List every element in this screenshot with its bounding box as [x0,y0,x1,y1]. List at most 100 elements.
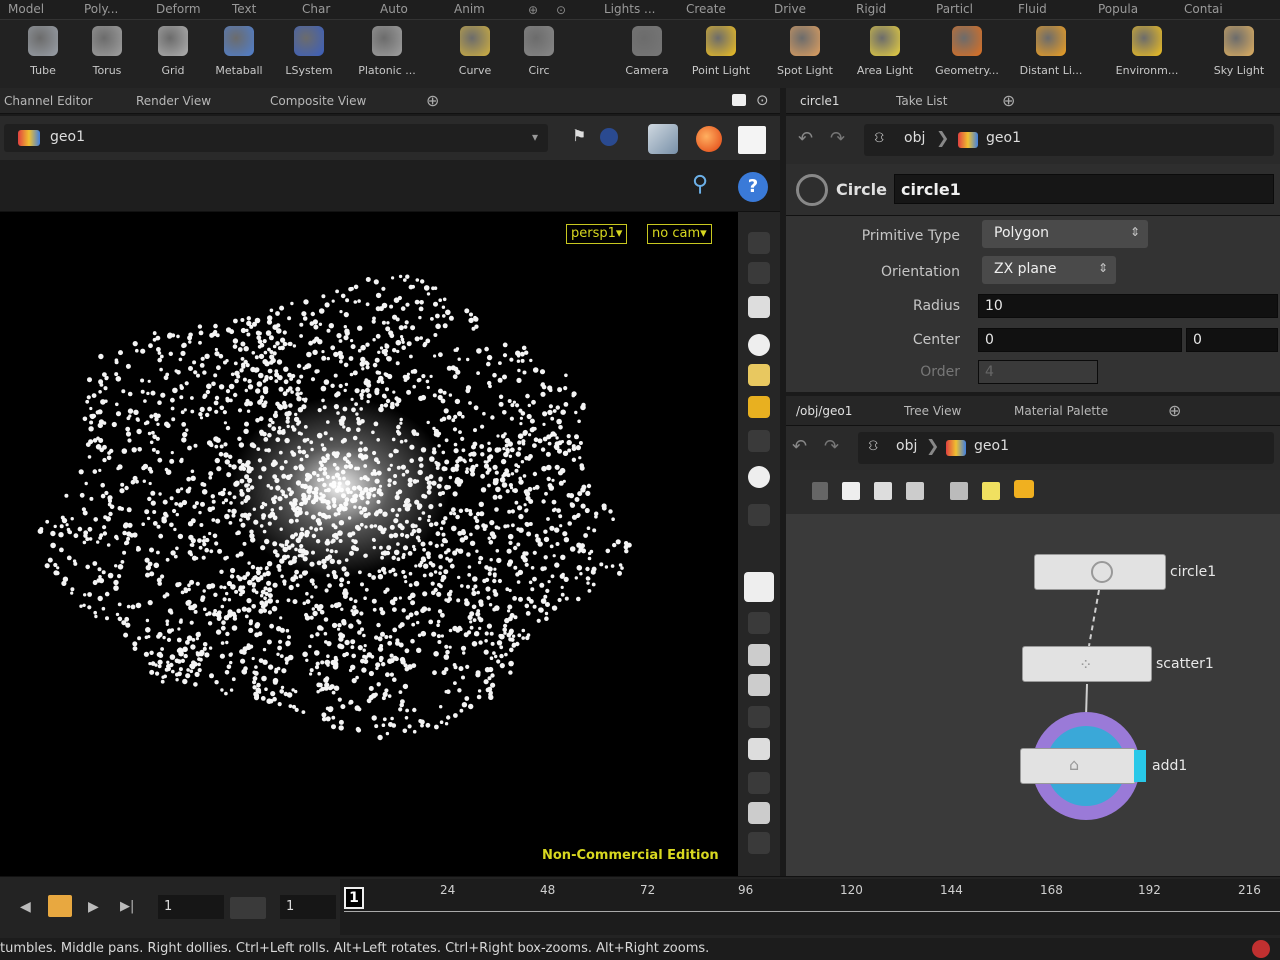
add-shelf-icon[interactable]: ⊕ [528,3,538,17]
forward-arrow-icon[interactable]: ↷ [830,128,845,149]
grid-mode-icon[interactable] [874,482,892,500]
back-arrow-icon[interactable]: ↶ [792,436,807,457]
hidden-line-icon[interactable] [748,674,770,696]
shelf-tool-grid[interactable]: Grid [138,24,208,86]
frame-step-icon[interactable] [230,897,266,919]
shaded-mode-icon[interactable] [648,124,678,154]
shelf-tab-container[interactable]: Contai [1184,2,1223,16]
shelf-tab-fluid[interactable]: Fluid [1018,2,1047,16]
shelf-tab-drive[interactable]: Drive [774,2,806,16]
shelf-tool-point-light[interactable]: Point Light [686,24,756,86]
stop-button[interactable] [48,895,72,917]
breadcrumb-geo1[interactable]: geo1 [974,438,1009,454]
pane-menu-icon[interactable]: ⊙ [756,91,769,109]
shelf-tool-torus[interactable]: Torus [72,24,142,86]
end-frame-field[interactable]: 1 [280,895,336,919]
shelf-tool-platonic[interactable]: Platonic ... [352,24,422,86]
light-display-icon[interactable] [748,364,770,386]
shelf-tool-curve[interactable]: Curve [440,24,510,86]
lighting-icon[interactable] [696,126,722,152]
shelf-options-icon[interactable]: ⊙ [556,3,566,17]
shelf-tab-deform[interactable]: Deform [156,2,201,16]
link-icon[interactable] [600,128,618,146]
current-frame-marker[interactable]: 1 [344,887,364,909]
add-tab-icon[interactable]: ⊕ [1002,91,1015,110]
node-add1[interactable]: ⌂ [1020,748,1136,784]
tab-tree-view[interactable]: Tree View [904,404,961,418]
breadcrumb-obj[interactable]: obj [896,438,917,454]
background-color-icon[interactable] [738,126,766,154]
normals-icon[interactable] [748,430,770,452]
select-icon[interactable] [748,232,770,254]
shelf-tool-metaball[interactable]: Metaball [204,24,274,86]
shelf-tool-geometry[interactable]: Geometry... [932,24,1002,86]
node-circle1[interactable] [1034,554,1166,590]
camera-menu[interactable]: persp1▾ [566,224,628,244]
tab-channel-editor[interactable]: Channel Editor [4,94,93,108]
tab-material-palette[interactable]: Material Palette [1014,404,1108,418]
shelf-tab-poly[interactable]: Poly... [84,2,118,16]
snap-icon[interactable]: ⚲ [692,172,708,197]
cam-select-menu[interactable]: no cam▾ [647,224,712,244]
center-x-field[interactable]: 0 [978,328,1182,352]
shelf-tool-tube[interactable]: Tube [8,24,78,86]
visibility-icon[interactable] [748,262,770,284]
shelf-tab-create[interactable]: Create [686,2,726,16]
shelf-tab-populate[interactable]: Popula [1098,2,1138,16]
add-tab-icon[interactable]: ⊕ [1168,401,1181,420]
shelf-tool-circ[interactable]: Circ [504,24,574,86]
shelf-tab-lights[interactable]: Lights ... [604,2,655,16]
tab-circle1[interactable]: circle1 [800,94,840,108]
node-name-field[interactable]: circle1 [894,174,1274,204]
maximize-pane-icon[interactable] [732,94,746,106]
ghost-icon[interactable] [744,572,774,602]
shelf-tool-lsystem[interactable]: LSystem [274,24,344,86]
shelf-tab-auto[interactable]: Auto [380,2,408,16]
shelf-tab-anim[interactable]: Anim [454,2,485,16]
display-menu-icon[interactable] [748,832,770,854]
point-display-icon[interactable] [748,334,770,356]
shading-icon[interactable] [748,466,770,488]
tile-mode-icon[interactable] [842,482,860,500]
list-mode-icon[interactable] [812,482,828,500]
network-breadcrumb[interactable]: ⛻ obj ❯ geo1 [858,432,1274,464]
network-editor[interactable]: circle1 ⁘ scatter1 ⌂ add1 [786,514,1280,876]
tab-take-list[interactable]: Take List [896,94,947,108]
textured-icon[interactable] [748,802,770,824]
center-y-field[interactable]: 0 [1186,328,1278,352]
timeline[interactable]: 1 24 48 72 96 120 144 168 192 216 [340,879,1280,935]
forward-arrow-icon[interactable]: ↷ [824,436,839,457]
path-breadcrumb[interactable]: ⛻ obj ❯ geo1 [864,124,1274,156]
snapping-icon[interactable] [748,504,770,526]
flat-shaded-icon[interactable] [748,738,770,760]
wireframe-icon[interactable] [748,644,770,666]
radius-field[interactable]: 10 [978,294,1278,318]
shelf-tool-environm[interactable]: Environm... [1112,24,1182,86]
pin-icon[interactable]: ⚑ [572,126,586,145]
primitive-type-menu[interactable]: Polygon ⇕ [982,220,1148,248]
breadcrumb-geo1[interactable]: geo1 [986,130,1021,146]
play-forward-icon[interactable]: ▶ [88,899,99,915]
shelf-tab-text[interactable]: Text [232,2,256,16]
shelf-tool-area-light[interactable]: Area Light [850,24,920,86]
network-box-icon[interactable] [1014,480,1034,498]
shelf-tab-model[interactable]: Model [8,2,44,16]
shelf-tab-char[interactable]: Char [302,2,330,16]
snap-grid-icon[interactable] [950,482,968,500]
jump-end-icon[interactable]: ▶| [120,899,134,914]
shelf-tool-spot-light[interactable]: Spot Light [770,24,840,86]
layout-icon[interactable] [906,482,924,500]
shelf-tool-camera[interactable]: Camera [612,24,682,86]
node-scatter1[interactable]: ⁘ [1022,646,1152,682]
path-dropdown[interactable]: geo1 ▾ [4,124,548,152]
lighting-mode-icon[interactable] [748,396,770,418]
tab-composite-view[interactable]: Composite View [270,94,366,108]
display-flag[interactable] [1134,750,1146,782]
tab-render-view[interactable]: Render View [136,94,211,108]
template-icon[interactable] [748,612,770,634]
orientation-menu[interactable]: ZX plane ⇕ [982,256,1116,284]
add-tab-icon[interactable]: ⊕ [426,91,439,110]
uv-icon[interactable] [748,706,770,728]
help-icon[interactable]: ? [738,172,768,202]
tab-obj-geo1[interactable]: /obj/geo1 [796,404,852,418]
